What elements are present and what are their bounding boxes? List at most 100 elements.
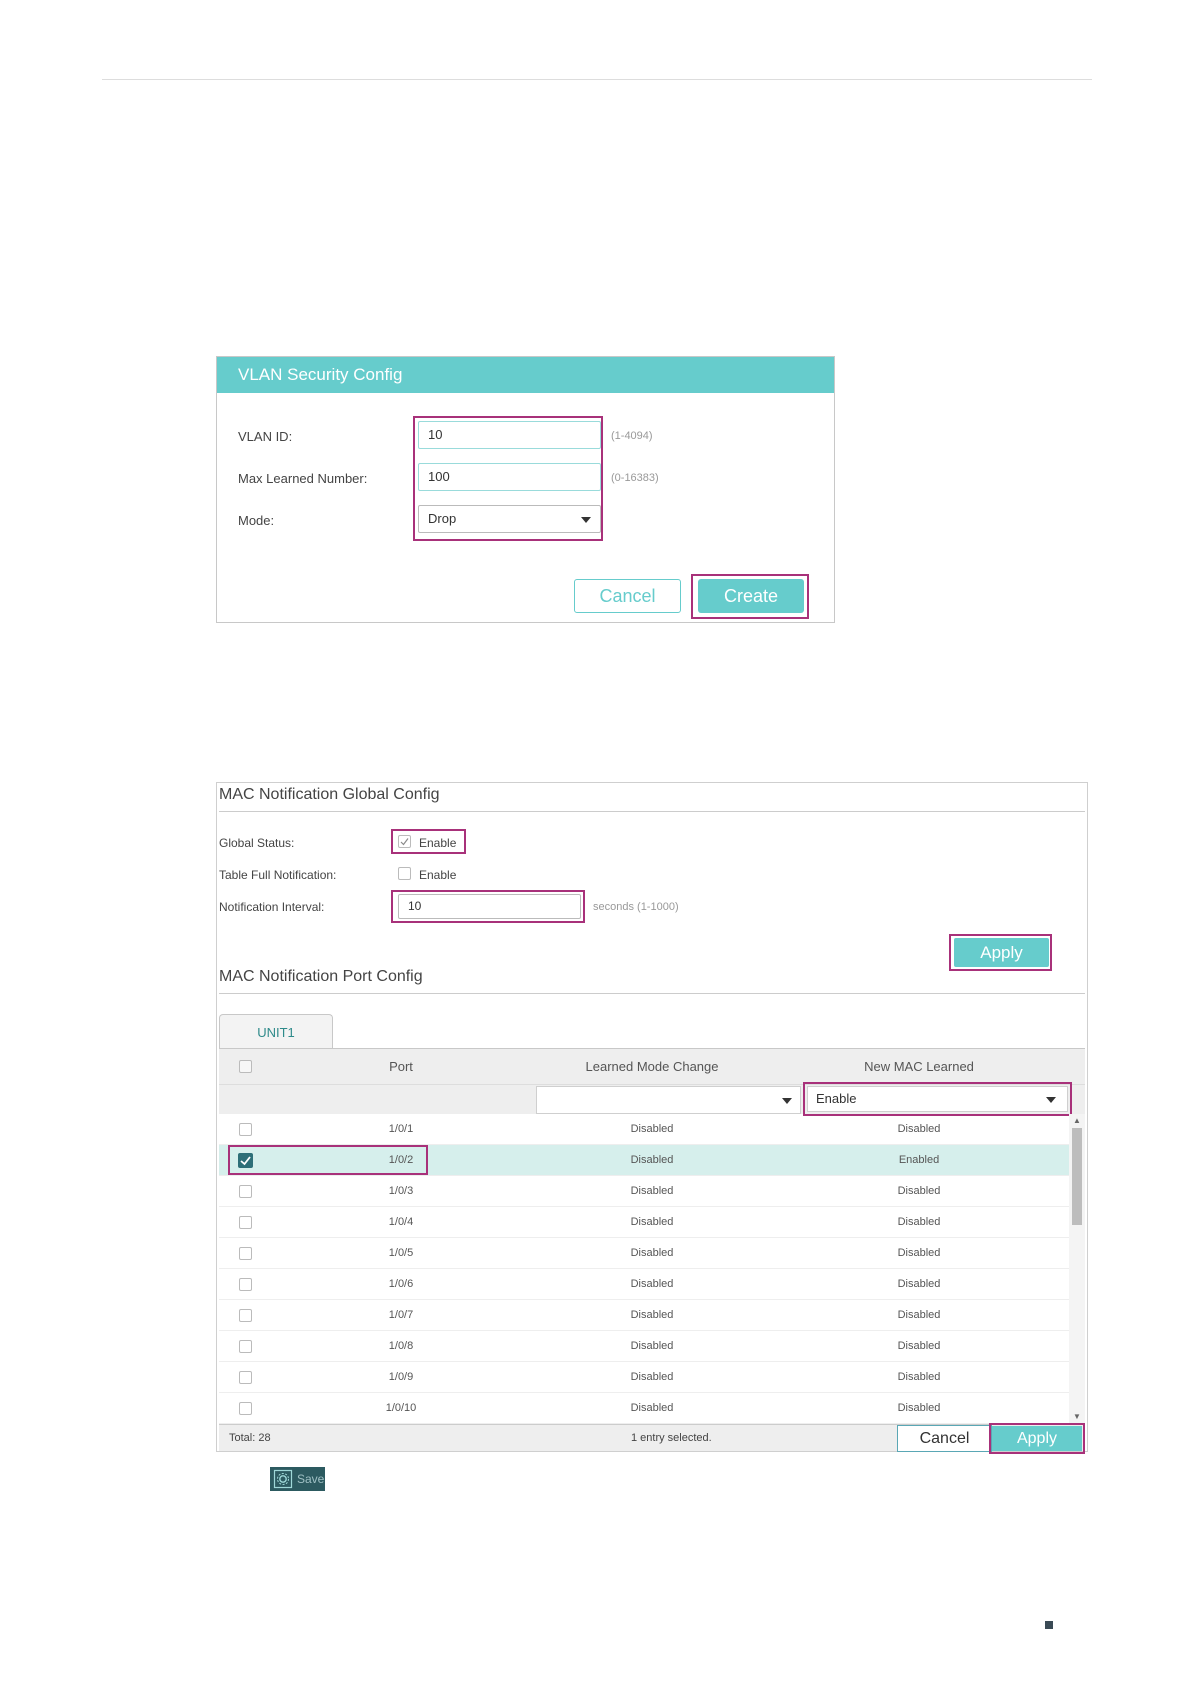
scroll-up-icon[interactable]: ▲ [1073,1116,1081,1125]
port-cell: 1/0/9 [388,1371,414,1383]
highlight-selected-row [228,1145,428,1175]
new-mac-learned-cell: Disabled [897,1309,941,1321]
row-checkbox[interactable] [239,1185,252,1198]
filter-row: Enable [219,1082,1085,1116]
learned-mode-change-cell: Disabled [630,1216,674,1228]
learned-mode-change-cell: Disabled [630,1371,674,1383]
interval-input[interactable]: 10 [398,894,581,919]
table-row[interactable]: 1/0/10 Disabled Disabled [219,1393,1069,1424]
table-footer: Total: 28 1 entry selected. Cancel Apply [219,1423,1085,1454]
global-status-checkbox[interactable] [398,835,411,848]
learned-mode-change-cell: Disabled [630,1123,674,1135]
new-mac-learned-cell: Enabled [898,1154,940,1166]
port-cell: 1/0/3 [388,1185,414,1197]
table-header: Port Learned Mode Change New MAC Learned [219,1049,1085,1084]
row-checkbox[interactable] [239,1216,252,1229]
cancel-button[interactable]: Cancel [574,579,681,613]
column-header-learned-mode-change: Learned Mode Change [585,1059,719,1074]
scroll-down-icon[interactable]: ▼ [1073,1412,1081,1421]
table-row[interactable]: 1/0/3 Disabled Disabled [219,1176,1069,1207]
table-full-option: Enable [419,868,457,882]
interval-hint: seconds (1-1000) [593,901,679,913]
new-mac-learned-cell: Disabled [897,1278,941,1290]
row-checkbox[interactable] [239,1247,252,1260]
divider [219,811,1085,812]
row-checkbox[interactable] [239,1278,252,1291]
page-top-rule [102,79,1092,80]
selection-status: 1 entry selected. [631,1432,712,1444]
vlan-security-config-panel: VLAN Security Config VLAN ID: Max Learne… [216,356,835,623]
scrollbar-thumb[interactable] [1072,1128,1082,1225]
chevron-down-icon [1046,1097,1056,1103]
save-gear-icon [273,1469,293,1489]
global-status-option: Enable [419,836,457,850]
global-apply-button[interactable]: Apply [954,938,1049,967]
row-checkbox[interactable] [239,1123,252,1136]
row-checkbox[interactable] [239,1340,252,1353]
table-full-checkbox[interactable] [398,867,411,880]
learned-mode-change-cell: Disabled [630,1278,674,1290]
vlan-id-hint: (1-4094) [611,430,653,442]
learned-mode-change-cell: Disabled [630,1309,674,1321]
table-row[interactable]: 1/0/5 Disabled Disabled [219,1238,1069,1269]
column-header-port: Port [389,1059,413,1074]
save-button[interactable]: Save [270,1467,325,1491]
global-status-label: Global Status: [219,836,295,850]
row-checkbox[interactable] [239,1402,252,1415]
new-mac-learned-cell: Disabled [897,1123,941,1135]
learned-mode-change-cell: Disabled [630,1340,674,1352]
global-config-title: MAC Notification Global Config [219,786,440,803]
new-mac-learned-cell: Disabled [897,1247,941,1259]
new-mac-learned-cell: Disabled [897,1371,941,1383]
learned-mode-filter-select[interactable] [536,1086,801,1114]
column-header-new-mac-learned: New MAC Learned [864,1059,974,1074]
mode-label: Mode: [238,513,275,528]
tab-unit1[interactable]: UNIT1 [219,1014,333,1049]
vlan-id-input[interactable]: 10 [418,421,601,449]
divider [219,993,1085,994]
port-cell: 1/0/1 [388,1123,414,1135]
learned-mode-change-cell: Disabled [630,1154,674,1166]
learned-mode-change-cell: Disabled [630,1402,674,1414]
table-row[interactable]: 1/0/8 Disabled Disabled [219,1331,1069,1362]
mode-select-value: Drop [428,511,457,526]
port-cell: 1/0/6 [388,1278,414,1290]
new-mac-filter-select[interactable]: Enable [807,1086,1068,1112]
port-cell: 1/0/10 [385,1402,417,1414]
new-mac-learned-cell: Disabled [897,1402,941,1414]
port-cell: 1/0/5 [388,1247,414,1259]
port-cell: 1/0/4 [388,1216,414,1228]
max-learned-hint: (0-16383) [611,472,659,484]
save-label: Save [297,1472,325,1486]
port-cell: 1/0/7 [388,1309,414,1321]
create-button[interactable]: Create [698,579,804,613]
mac-notification-panel: MAC Notification Global Config Global St… [216,782,1088,1454]
chevron-down-icon [581,517,591,523]
table-row[interactable]: 1/0/9 Disabled Disabled [219,1362,1069,1393]
port-cancel-button[interactable]: Cancel [897,1425,992,1452]
new-mac-learned-cell: Disabled [897,1340,941,1352]
table-row[interactable]: 1/0/4 Disabled Disabled [219,1207,1069,1238]
row-checkbox[interactable] [239,1309,252,1322]
table-row[interactable]: 1/0/7 Disabled Disabled [219,1300,1069,1331]
new-mac-learned-cell: Disabled [897,1185,941,1197]
table-scrollbar[interactable]: ▲ ▼ [1069,1114,1085,1424]
chevron-down-icon [782,1098,792,1104]
table-row[interactable]: 1/0/6 Disabled Disabled [219,1269,1069,1300]
learned-mode-change-cell: Disabled [630,1185,674,1197]
port-config-title: MAC Notification Port Config [219,968,423,985]
select-all-checkbox[interactable] [239,1060,252,1073]
new-mac-learned-cell: Disabled [897,1216,941,1228]
port-apply-button[interactable]: Apply [992,1426,1082,1451]
port-cell: 1/0/8 [388,1340,414,1352]
page-marker [1045,1621,1053,1629]
row-checkbox[interactable] [239,1371,252,1384]
table-full-label: Table Full Notification: [219,868,337,882]
new-mac-filter-value: Enable [816,1091,857,1106]
table-row[interactable]: 1/0/1 Disabled Disabled [219,1114,1069,1145]
total-count: Total: 28 [229,1432,271,1444]
panel-title: VLAN Security Config [217,357,834,393]
mode-select[interactable]: Drop [418,505,601,533]
max-learned-label: Max Learned Number: [238,471,368,486]
max-learned-input[interactable]: 100 [418,463,601,491]
